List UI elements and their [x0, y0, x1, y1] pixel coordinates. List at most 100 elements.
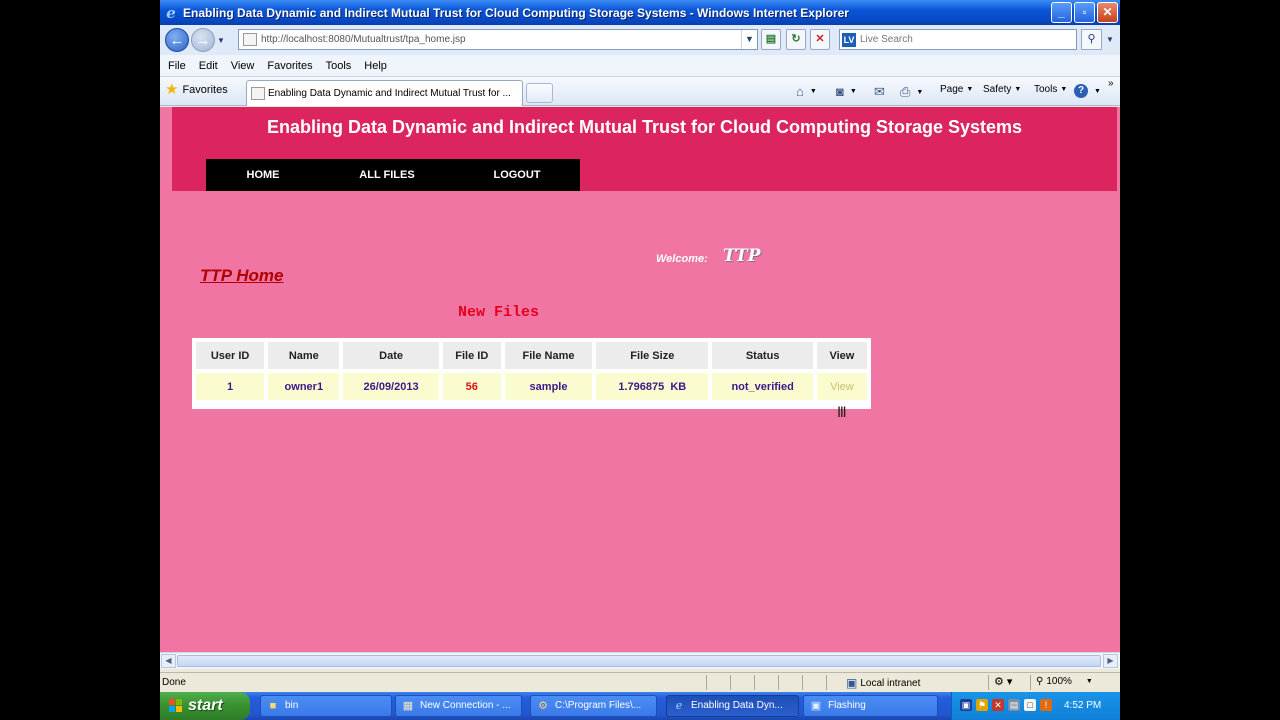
scroll-left-button[interactable]: ◀: [161, 654, 176, 668]
network-icon[interactable]: ▤: [1008, 699, 1020, 711]
scroll-right-button[interactable]: ▶: [1103, 654, 1118, 668]
search-button[interactable]: ⚲: [1081, 29, 1102, 50]
read-mail-button[interactable]: ✉: [874, 84, 888, 100]
help-icon: ?: [1074, 84, 1088, 98]
new-files-table: User ID Name Date File ID File Name File…: [192, 338, 871, 409]
home-button[interactable]: ⌂ ▼: [796, 84, 817, 99]
protected-mode-icon[interactable]: ⚙ ▾: [994, 675, 1012, 688]
search-options-dropdown[interactable]: ▼: [1104, 29, 1116, 50]
menu-tools[interactable]: Tools: [326, 60, 352, 72]
status-bar: Done ▣ Local intranet ⚙ ▾ ⚲ 100% ▼: [160, 672, 1120, 692]
compatibility-view-button[interactable]: ▤: [761, 29, 781, 50]
favorites-button[interactable]: ★ Favorites: [165, 82, 228, 97]
ie-icon: e: [675, 699, 683, 712]
task-label: C:\Program Files\...: [555, 700, 642, 711]
section-title: New Files: [458, 304, 540, 321]
menu-view[interactable]: View: [231, 60, 255, 72]
menu-favorites[interactable]: Favorites: [267, 60, 312, 72]
cell-name: owner1: [268, 373, 340, 400]
cell-user-id: 1: [196, 373, 265, 400]
alert-icon[interactable]: !: [1040, 699, 1052, 711]
db-icon: ▦: [402, 700, 414, 712]
scroll-thumb[interactable]: [177, 655, 1101, 667]
safety-menu-label: Safety: [983, 84, 1012, 95]
page-menu-button[interactable]: Page ▼: [940, 84, 973, 95]
console-icon: ⚙: [538, 700, 548, 712]
tab-current[interactable]: Enabling Data Dynamic and Indirect Mutua…: [246, 80, 523, 106]
task-label: Enabling Data Dyn...: [691, 700, 783, 711]
help-button[interactable]: ? ▼: [1074, 84, 1101, 98]
col-file-id: File ID: [442, 342, 501, 369]
recent-pages-dropdown[interactable]: ▼: [215, 36, 227, 45]
search-input[interactable]: LV Live Search: [839, 29, 1077, 50]
tray-app-icon[interactable]: ▣: [960, 699, 972, 711]
intranet-icon: ▣: [846, 676, 858, 690]
menu-help[interactable]: Help: [364, 60, 387, 72]
horizontal-scrollbar[interactable]: ◀ ▶: [160, 652, 1120, 669]
task-enabling-data[interactable]: e Enabling Data Dyn...: [666, 695, 799, 717]
task-label: bin: [285, 700, 299, 711]
windows-taskbar: start ■ bin ▦ New Connection - ... ⚙ C:\…: [160, 692, 1120, 720]
refresh-button[interactable]: ↻: [786, 29, 806, 50]
print-button[interactable]: ⎙ ▼: [900, 84, 923, 100]
nav-logout-link[interactable]: LOGOUT: [454, 159, 580, 191]
address-dropdown-icon[interactable]: ▼: [741, 30, 757, 49]
menu-bar: File Edit View Favorites Tools Help: [160, 55, 1120, 77]
favorites-label: Favorites: [182, 84, 228, 96]
page-icon: [243, 33, 257, 46]
text-cursor-icon: Ⅲ: [837, 405, 847, 421]
feeds-button[interactable]: ◙ ▼: [836, 84, 857, 99]
nav-home-link[interactable]: HOME: [206, 159, 320, 191]
col-file-size: File Size: [596, 342, 709, 369]
zone-label: Local intranet: [860, 677, 921, 689]
task-bin[interactable]: ■ bin: [260, 695, 392, 717]
maximize-button[interactable]: ▫: [1074, 2, 1095, 23]
tools-menu-button[interactable]: Tools ▼: [1034, 84, 1067, 95]
address-bar-row: ← → ▼ http://localhost:8080/Mutualtrust/…: [160, 25, 1120, 55]
col-status: Status: [712, 342, 813, 369]
task-label: New Connection - ...: [420, 700, 511, 711]
view-file-link[interactable]: View: [816, 373, 867, 400]
main-nav: HOME ALL FILES LOGOUT: [206, 159, 580, 191]
site-title: Enabling Data Dynamic and Indirect Mutua…: [266, 117, 1023, 137]
stop-button[interactable]: ✕: [810, 29, 830, 50]
window-title-bar[interactable]: e Enabling Data Dynamic and Indirect Mut…: [160, 0, 1120, 25]
feeds-icon: ◙: [836, 84, 844, 99]
system-tray: ▣ ⚑ ✕ ▤ □ ! 4:52 PM: [951, 692, 1120, 720]
security-zone[interactable]: ▣ Local intranet: [846, 676, 920, 690]
print-icon: ⎙: [900, 84, 911, 99]
chevron-more-icon[interactable]: »: [1108, 78, 1114, 89]
cell-file-id: 56: [442, 373, 501, 400]
col-view: View: [816, 342, 867, 369]
shield-icon[interactable]: ⚑: [976, 699, 988, 711]
menu-file[interactable]: File: [168, 60, 186, 72]
page-icon: [251, 87, 265, 100]
page-heading[interactable]: TTP Home: [200, 266, 283, 286]
task-program-files[interactable]: ⚙ C:\Program Files\...: [530, 695, 657, 717]
zoom-control[interactable]: ⚲ 100% ▼: [1036, 676, 1093, 687]
zoom-dropdown-icon[interactable]: ▼: [1086, 678, 1093, 685]
nav-all-files-link[interactable]: ALL FILES: [320, 159, 454, 191]
task-flashing[interactable]: ▣ Flashing: [803, 695, 938, 717]
security-icon[interactable]: ✕: [992, 699, 1004, 711]
home-icon: ⌂: [796, 84, 804, 99]
close-button[interactable]: ✕: [1097, 2, 1118, 23]
cell-file-name: sample: [504, 373, 593, 400]
address-input[interactable]: http://localhost:8080/Mutualtrust/tpa_ho…: [238, 29, 758, 50]
safety-menu-button[interactable]: Safety ▼: [983, 84, 1021, 95]
tray-doc-icon[interactable]: □: [1024, 699, 1036, 711]
welcome-username: TTP: [723, 246, 761, 266]
start-button[interactable]: start: [160, 692, 250, 720]
minimize-button[interactable]: _: [1051, 2, 1072, 23]
col-date: Date: [343, 342, 439, 369]
menu-edit[interactable]: Edit: [199, 60, 218, 72]
search-placeholder: Live Search: [860, 34, 913, 45]
new-tab-button[interactable]: [526, 83, 553, 103]
window-title: Enabling Data Dynamic and Indirect Mutua…: [183, 5, 849, 20]
status-text: Done: [162, 677, 186, 688]
page-content: Enabling Data Dynamic and Indirect Mutua…: [160, 107, 1120, 652]
back-button[interactable]: ←: [165, 28, 189, 52]
tools-menu-label: Tools: [1034, 84, 1058, 95]
forward-button[interactable]: →: [191, 28, 215, 52]
task-new-connection[interactable]: ▦ New Connection - ...: [395, 695, 522, 717]
